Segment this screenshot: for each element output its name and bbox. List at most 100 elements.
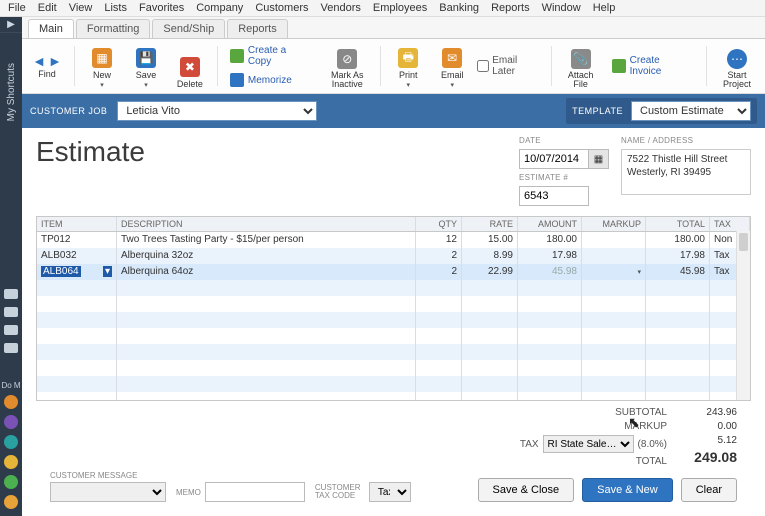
table-row[interactable] (37, 312, 750, 328)
estimate-no-input[interactable] (519, 186, 589, 206)
hdr-markup[interactable]: MARKUP (582, 217, 646, 231)
dock-icon-3[interactable] (4, 435, 18, 449)
attach-icon: 📎 (571, 49, 591, 69)
email-button[interactable]: ✉Email▾ (433, 43, 471, 89)
rail-item-3[interactable] (4, 325, 18, 335)
save-close-button[interactable]: Save & Close (478, 478, 575, 502)
find-label: Find (38, 69, 56, 79)
page-title: Estimate (36, 136, 519, 168)
table-row[interactable] (37, 392, 750, 400)
find-button[interactable]: Find (28, 69, 66, 79)
table-row[interactable] (37, 296, 750, 312)
mark-inactive-button[interactable]: ⊘Mark As Inactive (322, 43, 372, 89)
new-icon: ▦ (92, 48, 112, 68)
dock-icon-1[interactable] (4, 395, 18, 409)
save-icon: 💾 (136, 48, 156, 68)
copy-icon (230, 49, 244, 63)
rail-shortcuts-label[interactable]: My Shortcuts (6, 63, 17, 121)
email-later-checkbox[interactable]: Email Later (477, 55, 543, 77)
menu-file[interactable]: File (8, 2, 26, 14)
hdr-qty[interactable]: QTY (416, 217, 462, 231)
hdr-total[interactable]: TOTAL (646, 217, 710, 231)
rail-expand-icon[interactable]: ▶ (0, 17, 22, 33)
email-later-input[interactable] (477, 60, 489, 72)
template-select[interactable]: Custom Estimate (631, 101, 751, 121)
menu-customers[interactable]: Customers (255, 2, 308, 14)
menu-reports[interactable]: Reports (491, 2, 530, 14)
template-label: TEMPLATE (572, 106, 623, 116)
calendar-icon[interactable]: ▦ (589, 149, 609, 169)
dock-icon-dollar[interactable] (4, 495, 18, 509)
tab-main[interactable]: Main (28, 19, 74, 38)
ctax-label: CUSTOMER TAX CODE (315, 484, 365, 500)
table-row[interactable]: ALB064 ▾Alberquina 64oz222.9945.98▾45.98… (37, 264, 750, 280)
delete-button[interactable]: ✖Delete (171, 43, 209, 89)
grid-body[interactable]: TP012Two Trees Tasting Party - $15/per p… (37, 232, 750, 400)
subtotal-label: SUBTOTAL (520, 407, 667, 418)
create-copy-button[interactable]: Create a Copy (226, 43, 316, 69)
menu-edit[interactable]: Edit (38, 2, 57, 14)
clear-button[interactable]: Clear (681, 478, 737, 502)
nav-prev-icon[interactable]: ◄ (32, 53, 46, 69)
hdr-amount[interactable]: AMOUNT (518, 217, 582, 231)
menu-lists[interactable]: Lists (104, 2, 127, 14)
menu-favorites[interactable]: Favorites (139, 2, 184, 14)
new-button[interactable]: ▦New▾ (83, 43, 121, 89)
start-project-button[interactable]: ⋯Start Project (715, 43, 759, 89)
tab-formatting[interactable]: Formatting (76, 19, 151, 38)
project-icon: ⋯ (727, 49, 747, 69)
table-row[interactable] (37, 360, 750, 376)
table-row[interactable] (37, 344, 750, 360)
tab-sendship[interactable]: Send/Ship (152, 19, 225, 38)
table-row[interactable]: ALB032Alberquina 32oz28.9917.9817.98Tax (37, 248, 750, 264)
markup-total-label: MARKUP (520, 421, 667, 432)
create-invoice-button[interactable]: Create Invoice (608, 53, 698, 79)
hdr-desc[interactable]: DESCRIPTION (117, 217, 416, 231)
menu-window[interactable]: Window (542, 2, 581, 14)
menu-view[interactable]: View (69, 2, 93, 14)
print-button[interactable]: 🖶Print▾ (389, 43, 427, 89)
hdr-item[interactable]: ITEM (37, 217, 117, 231)
save-new-button[interactable]: Save & New (582, 478, 673, 502)
grid-scrollbar[interactable] (736, 231, 750, 400)
menu-bar: File Edit View Lists Favorites Company C… (0, 0, 765, 17)
tax-select[interactable]: RI State Sale… (543, 435, 634, 453)
rail-item-1[interactable] (4, 289, 18, 299)
nav-next-icon[interactable]: ► (48, 53, 62, 69)
print-icon: 🖶 (398, 48, 418, 68)
menu-banking[interactable]: Banking (439, 2, 479, 14)
save-button[interactable]: 💾Save▾ (127, 43, 165, 89)
hdr-tax[interactable]: TAX (710, 217, 750, 231)
menu-employees[interactable]: Employees (373, 2, 427, 14)
scrollbar-thumb[interactable] (739, 233, 748, 251)
tab-reports[interactable]: Reports (227, 19, 288, 38)
cust-msg-select[interactable] (50, 482, 166, 502)
totals-area: SUBTOTAL MARKUP TAX RI State Sale… (8.0%… (36, 401, 751, 469)
invoice-icon (612, 59, 626, 73)
dock-icon-2[interactable] (4, 415, 18, 429)
attach-file-button[interactable]: 📎Attach File (560, 43, 602, 89)
ctax-select[interactable]: Tax (369, 482, 411, 502)
customer-job-label: CUSTOMER JOB (30, 106, 107, 116)
table-row[interactable] (37, 376, 750, 392)
dock-icon-plus[interactable] (4, 475, 18, 489)
customer-template-bar: CUSTOMER JOB Leticia Vito TEMPLATE Custo… (22, 94, 765, 128)
line-item-grid: ITEM DESCRIPTION QTY RATE AMOUNT MARKUP … (36, 216, 751, 401)
table-row[interactable]: TP012Two Trees Tasting Party - $15/per p… (37, 232, 750, 248)
customer-job-select[interactable]: Leticia Vito (117, 101, 317, 121)
hdr-rate[interactable]: RATE (462, 217, 518, 231)
menu-company[interactable]: Company (196, 2, 243, 14)
rail-item-2[interactable] (4, 307, 18, 317)
memo-input[interactable] (205, 482, 305, 502)
dock-icon-4[interactable] (4, 455, 18, 469)
table-row[interactable] (37, 328, 750, 344)
table-row[interactable] (37, 280, 750, 296)
address-box[interactable]: 7522 Thistle Hill Street Westerly, RI 39… (621, 149, 751, 195)
date-input[interactable] (519, 149, 589, 169)
rail-item-4[interactable] (4, 343, 18, 353)
memorize-button[interactable]: Memorize (226, 71, 316, 89)
rail-dock: Do M (1, 381, 20, 516)
menu-help[interactable]: Help (593, 2, 616, 14)
footer: CUSTOMER MESSAGE MEMO CUSTOMER TAX CODE … (36, 469, 751, 512)
menu-vendors[interactable]: Vendors (321, 2, 361, 14)
